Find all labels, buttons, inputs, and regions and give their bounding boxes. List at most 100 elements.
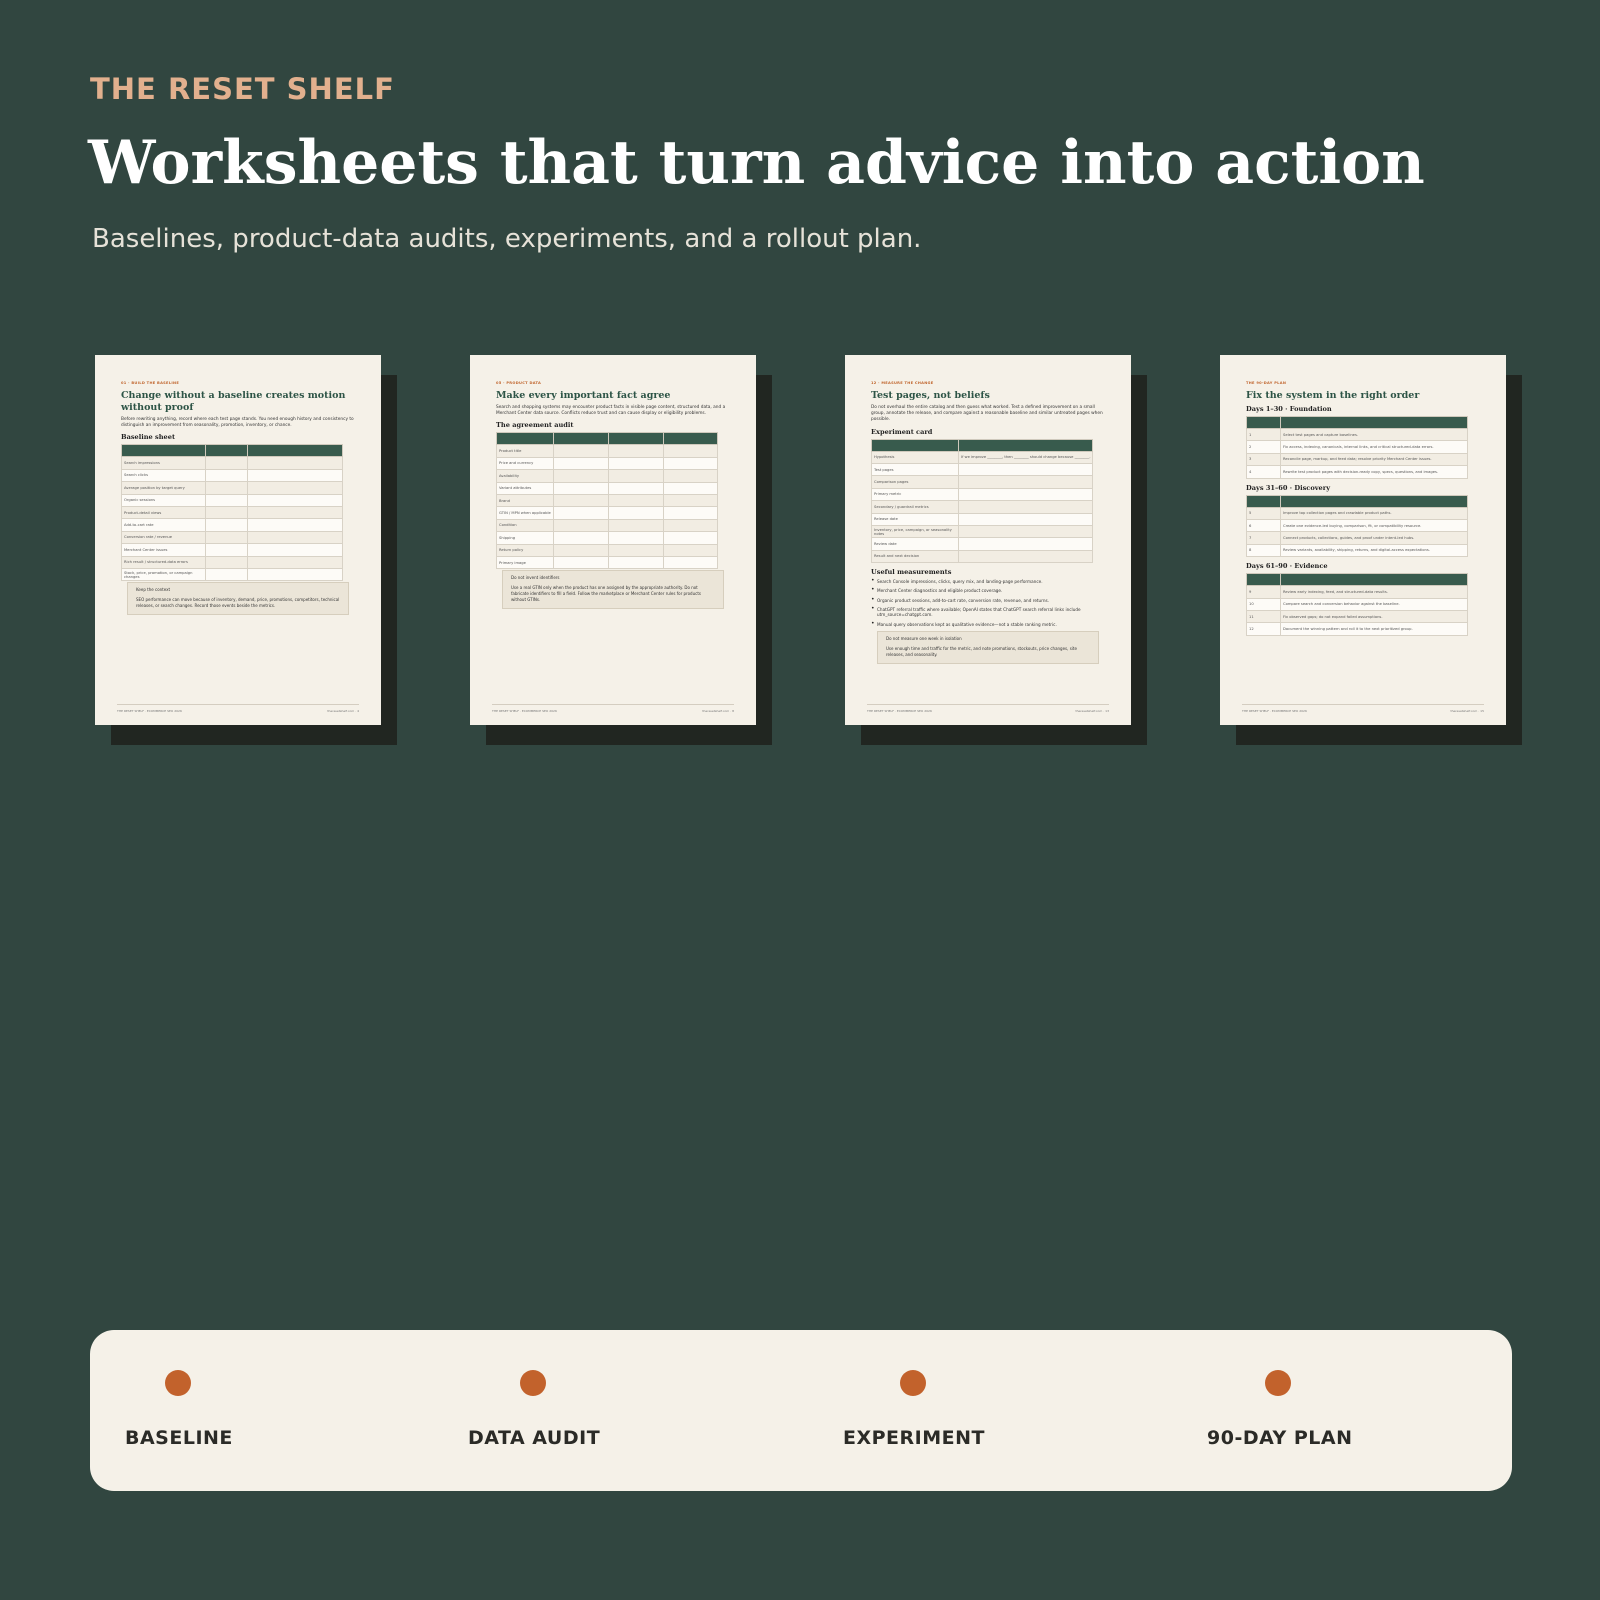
row-label: Stock, price, promotion, or campaign cha… <box>121 567 206 582</box>
row-label: Variant attributes <box>496 481 554 495</box>
page-sheet: 05 · PRODUCT DATA Make every important f… <box>470 355 756 725</box>
row-label: Primary image <box>496 555 554 570</box>
table-row: 8 Review variants, availability, shipping… <box>1246 543 1468 558</box>
step-number: 7 <box>1246 531 1281 545</box>
step-number: 8 <box>1246 543 1281 558</box>
footer-left: THE RESET SHELF · ECOMMERCE SEO 2026 <box>1242 709 1307 713</box>
table-row: 6 Create one evidence-led buying, compari… <box>1246 518 1468 533</box>
callout-body: Use a real GTIN only when the product ha… <box>511 585 701 603</box>
stage-label-data-audit: DATA AUDIT <box>468 1427 601 1449</box>
phase-heading: Days 1–30 · Foundation <box>1246 405 1332 413</box>
footer-right: theresetshelf.com · 8 <box>702 709 734 713</box>
page-kicker: THE 90-DAY PLAN <box>1246 381 1287 385</box>
row-label: Inventory, price, campaign, or seasonali… <box>871 524 959 539</box>
step-number: 12 <box>1246 622 1281 636</box>
list-item: Organic product sessions, add-to-cart ra… <box>871 597 1105 604</box>
step-number: 11 <box>1246 609 1281 624</box>
table-row: Review date <box>871 537 1093 551</box>
phase-table: 1 Select test pages and capture baselines… <box>1246 416 1468 479</box>
row-label: Organic sessions <box>121 493 206 507</box>
step-text: Fix observed gaps; do not expand failed … <box>1280 609 1468 624</box>
row-label: Rich result / structured-data errors <box>121 555 206 569</box>
brand-label: THE RESET SHELF <box>90 72 395 106</box>
step-number: 1 <box>1246 427 1281 442</box>
stage-label-experiment: EXPERIMENT <box>843 1427 985 1449</box>
list-item: Manual query observations kept as qualit… <box>871 621 1105 628</box>
page-kicker: 12 · MEASURE THE CHANGE <box>871 381 934 385</box>
callout-title: Do not invent identifiers <box>511 575 560 581</box>
table-row: 3 Reconcile page, markup, and feed data; … <box>1246 452 1468 467</box>
page-sheet: 01 · BUILD THE BASELINE Change without a… <box>95 355 381 725</box>
footer-right: theresetshelf.com · 4 <box>327 709 359 713</box>
step-text: Connect products, collections, guides, a… <box>1280 531 1468 545</box>
table-row: 4 Rewrite test product pages with decisio… <box>1246 465 1468 479</box>
row-label: Product-detail views <box>121 505 206 520</box>
table-row: 10 Compare search and conversion behavior… <box>1246 597 1468 611</box>
worksheet-page-baseline: 01 · BUILD THE BASELINE Change without a… <box>95 355 397 745</box>
row-label: Add-to-cart rate <box>121 518 206 532</box>
table-row: Condition <box>496 518 718 533</box>
step-text: Compare search and conversion behavior a… <box>1280 597 1468 611</box>
table-row: 7 Connect products, collections, guides, … <box>1246 531 1468 545</box>
table-row: 1 Select test pages and capture baselines… <box>1246 427 1468 442</box>
stage-label-90-day-plan: 90-DAY PLAN <box>1207 1427 1353 1449</box>
page-intro: Do not overhaul the entire catalog and t… <box>871 405 1103 423</box>
page-title: Make every important fact agree <box>496 390 671 401</box>
table-row: Brand <box>496 493 718 508</box>
measurement-list: Search Console impressions, clicks, quer… <box>871 578 1105 628</box>
step-text: Fix access, indexing, canonicals, intern… <box>1280 440 1468 454</box>
table-row: Test pages <box>871 462 1093 477</box>
table-row: Return policy <box>496 543 718 557</box>
table-row: Add-to-cart rate <box>121 518 343 532</box>
row-label: Comparison pages <box>871 475 959 489</box>
stage-dot-icon <box>165 1370 191 1396</box>
footer-right: theresetshelf.com · 15 <box>1450 709 1484 713</box>
section-heading: Baseline sheet <box>121 433 175 442</box>
step-number: 9 <box>1246 585 1281 599</box>
footer-left: THE RESET SHELF · ECOMMERCE SEO 2026 <box>867 709 932 713</box>
row-label: Search impressions <box>121 456 206 470</box>
worksheet-page-experiment: 12 · MEASURE THE CHANGE Test pages, not … <box>845 355 1147 745</box>
row-label: Condition <box>496 518 554 533</box>
section-heading: Experiment card <box>871 427 933 436</box>
table-row: 2 Fix access, indexing, canonicals, inter… <box>1246 440 1468 454</box>
row-label: Price and currency <box>496 456 554 471</box>
table-row: 11 Fix observed gaps; do not expand faile… <box>1246 609 1468 624</box>
row-label: Release date <box>871 512 959 526</box>
callout-box: Keep the context SEO performance can mov… <box>127 582 349 616</box>
stage-dot-icon <box>520 1370 546 1396</box>
step-number: 3 <box>1246 452 1281 467</box>
callout-title: Keep the context <box>136 587 171 593</box>
experiment-card-table: Hypothesis If we improve ________, then _… <box>871 438 1093 564</box>
step-text: Select test pages and capture baselines. <box>1280 427 1468 442</box>
stage-dot-icon <box>900 1370 926 1396</box>
table-header-row <box>871 438 1093 452</box>
table-row: Product-detail views <box>121 505 343 520</box>
step-text: Reconcile page, markup, and feed data; r… <box>1280 452 1468 467</box>
table-row: Conversion rate / revenue <box>121 530 343 545</box>
page-footer: THE RESET SHELF · ECOMMERCE SEO 2026 the… <box>867 704 1109 713</box>
footer-left: THE RESET SHELF · ECOMMERCE SEO 2026 <box>117 709 182 713</box>
table-header-row <box>496 432 718 446</box>
table-row: Price and currency <box>496 456 718 471</box>
table-header-row <box>121 444 343 458</box>
table-row: Release date <box>871 512 1093 526</box>
row-label: Product title <box>496 444 554 458</box>
table-row: Availability <box>496 469 718 483</box>
step-text: Create one evidence-led buying, comparis… <box>1280 518 1468 533</box>
list-item: Search Console impressions, clicks, quer… <box>871 578 1105 585</box>
callout-box: Do not invent identifiers Use a real GTI… <box>502 570 724 610</box>
page-sheet: 12 · MEASURE THE CHANGE Test pages, not … <box>845 355 1131 725</box>
table-row: Product title <box>496 444 718 458</box>
row-label: Availability <box>496 469 554 483</box>
hypothesis-template: If we improve ________, then ________ sh… <box>958 450 1093 465</box>
section-heading: Useful measurements <box>871 568 952 577</box>
table-row: Rich result / structured-data errors <box>121 555 343 569</box>
list-item: ChatGPT referral traffic where available… <box>871 606 1105 619</box>
row-label: GTIN / MPN when applicable <box>496 506 554 520</box>
table-row: Shipping <box>496 531 718 545</box>
page-title: Test pages, not beliefs <box>871 390 990 401</box>
page-kicker: 01 · BUILD THE BASELINE <box>121 381 180 385</box>
table-row: Hypothesis If we improve ________, then _… <box>871 450 1093 465</box>
table-row: GTIN / MPN when applicable <box>496 506 718 520</box>
